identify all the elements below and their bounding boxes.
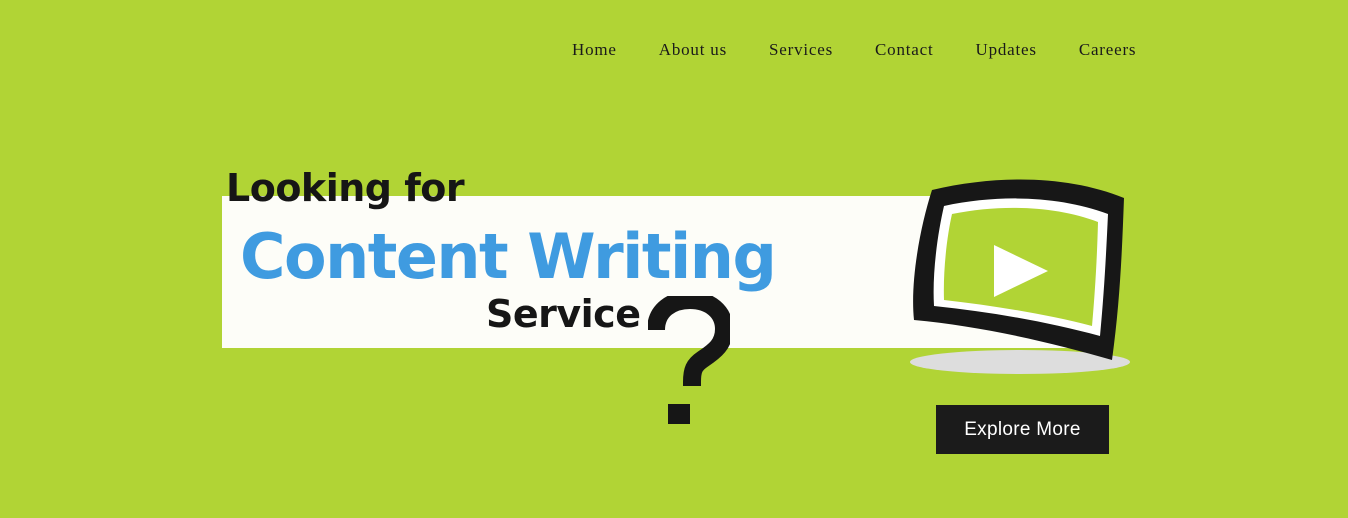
nav-item-contact[interactable]: Contact (875, 40, 933, 60)
hero-heading-sub: Service (486, 292, 641, 336)
nav-item-careers[interactable]: Careers (1079, 40, 1137, 60)
main-nav: Home About us Services Contact Updates C… (572, 40, 1136, 60)
video-play-icon[interactable] (900, 172, 1140, 382)
explore-more-button[interactable]: Explore More (936, 405, 1109, 454)
hero-heading-main: Content Writing (240, 220, 777, 293)
nav-item-about-us[interactable]: About us (659, 40, 727, 60)
hero-heading-top: Looking for (226, 166, 465, 210)
nav-item-updates[interactable]: Updates (976, 40, 1037, 60)
nav-item-services[interactable]: Services (769, 40, 833, 60)
question-mark-icon (648, 296, 730, 424)
nav-item-home[interactable]: Home (572, 40, 617, 60)
